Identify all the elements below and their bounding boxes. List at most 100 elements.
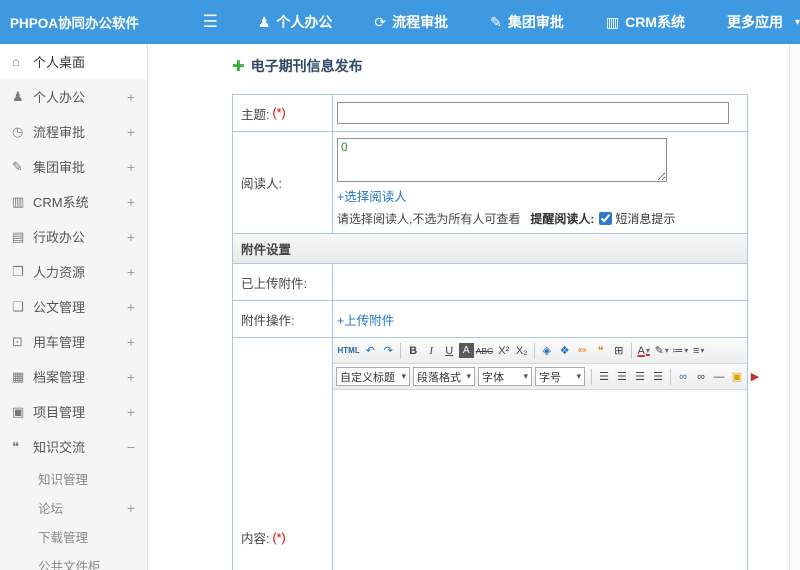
hamburger-menu-icon[interactable]: ☰ <box>203 12 218 32</box>
editor-content-area[interactable] <box>333 390 747 570</box>
sidebar-subitem-knowledge-management[interactable]: 知识管理 <box>0 464 147 493</box>
expand-toggle: + <box>126 88 135 105</box>
remove-format-icon[interactable]: A <box>458 343 474 358</box>
insert-media-icon[interactable]: ▶ <box>747 367 764 386</box>
toolbar-separator <box>630 342 632 359</box>
sidebar-subitem-download-management[interactable]: 下载管理 <box>0 522 147 551</box>
plus-icon: ✚ <box>232 58 245 75</box>
edit-icon: ✎ <box>490 13 502 30</box>
expand-toggle: + <box>126 193 135 210</box>
attachment-section-header: 附件设置 <box>233 233 747 263</box>
unlink-icon[interactable]: ∞ <box>693 367 710 386</box>
building-icon: ▤ <box>12 228 25 244</box>
insert-image-icon[interactable]: ▣ <box>729 367 746 386</box>
uploaded-list-empty <box>333 264 747 300</box>
sidebar-item-personal-desktop[interactable]: ⌂ 个人桌面 <box>0 44 147 79</box>
sidebar-item-document-management[interactable]: ❏ 公文管理 + <box>0 289 147 324</box>
scrollbar-track[interactable] <box>789 44 800 570</box>
sidebar-item-archive-management[interactable]: ▦ 档案管理 + <box>0 359 147 394</box>
app-logo: PHPOA协同办公软件 <box>10 16 140 31</box>
link-icon[interactable]: ∞ <box>675 367 692 386</box>
toolbar-separator <box>591 368 592 385</box>
nav-crm-system[interactable]: ▥ CRM系统 <box>606 12 685 32</box>
unordered-list-icon[interactable]: ≡ <box>690 341 707 360</box>
spellcheck-icon[interactable]: ✏ <box>574 341 591 360</box>
nav-more-apps[interactable]: 更多应用 ▾ <box>727 12 800 32</box>
font-family-dropdown[interactable]: 字体 <box>478 367 532 386</box>
car-icon: ⊡ <box>12 333 23 349</box>
sidebar-item-project-management[interactable]: ▣ 项目管理 + <box>0 394 147 429</box>
nav-group-approval[interactable]: ✎ 集团审批 <box>490 12 564 32</box>
bar-chart-icon: ▥ <box>12 193 25 209</box>
page-title: ✚ 电子期刊信息发布 <box>232 56 748 76</box>
readers-textarea[interactable]: 0 <box>337 138 667 182</box>
font-color-icon[interactable]: A <box>635 341 652 360</box>
clock-icon: ◷ <box>12 123 24 139</box>
ops-label-cell: 附件操作: <box>233 301 333 337</box>
sidebar-item-process-approval[interactable]: ◷ 流程审批 + <box>0 114 147 149</box>
subject-row: 主题: (*) <box>233 95 747 131</box>
underline-icon[interactable]: U <box>441 341 458 360</box>
font-size-dropdown[interactable]: 字号 <box>535 367 585 386</box>
align-right-icon[interactable]: ☰ <box>632 367 649 386</box>
heading-style-dropdown[interactable]: 自定义标题 <box>336 367 410 386</box>
top-navigation: ♟ 个人办公 ⟳ 流程审批 ✎ 集团审批 ▥ CRM系统 更多应用 ▾ <box>258 12 800 32</box>
subscript-icon[interactable]: X₂ <box>513 341 530 360</box>
sidebar-item-admin-office[interactable]: ▤ 行政办公 + <box>0 219 147 254</box>
eraser-icon[interactable]: ◈ <box>538 341 555 360</box>
highlight-icon[interactable]: ✎ <box>653 341 670 360</box>
sidebar-item-group-approval[interactable]: ✎ 集团审批 + <box>0 149 147 184</box>
sidebar-subitem-forum[interactable]: 论坛 + <box>0 493 147 522</box>
editor-toolbar-row1: HTML ↶ ↷ B I U A ABC X² X₂ ◈ ❖ ✏ ❝ ⊞ A ▾… <box>333 338 747 364</box>
readers-row: 阅读人: 0 +选择阅读人 请选择阅读人,不选为所有人可查看 提醒阅读人: 短消… <box>233 131 747 233</box>
italic-icon[interactable]: I <box>423 341 440 360</box>
superscript-icon[interactable]: X² <box>495 341 512 360</box>
sidebar-item-human-resources[interactable]: ❐ 人力资源 + <box>0 254 147 289</box>
readers-hint: 请选择阅读人,不选为所有人可查看 <box>337 212 521 226</box>
align-center-icon[interactable]: ☰ <box>614 367 631 386</box>
content-row: 内容: (*) HTML ↶ ↷ B I U A ABC X² X₂ ◈ ❖ ✏… <box>233 337 759 570</box>
format-painter-icon[interactable]: ❖ <box>556 341 573 360</box>
html-source-icon[interactable]: HTML <box>337 341 361 360</box>
subject-input[interactable] <box>337 102 729 124</box>
sidebar-item-vehicle-management[interactable]: ⊡ 用车管理 + <box>0 324 147 359</box>
readers-hint-line: 请选择阅读人,不选为所有人可查看 提醒阅读人: 短消息提示 <box>337 210 675 227</box>
select-readers-link[interactable]: +选择阅读人 <box>337 186 407 205</box>
ordered-list-icon[interactable]: ≔ <box>671 341 689 360</box>
upload-attachment-link[interactable]: +上传附件 <box>337 310 394 329</box>
nav-personal-office[interactable]: ♟ 个人办公 <box>258 12 333 32</box>
toolbar-separator <box>400 342 402 359</box>
project-icon: ▣ <box>12 403 25 419</box>
process-icon: ⟳ <box>374 13 387 30</box>
nav-label: 个人办公 <box>276 14 333 30</box>
redo-icon[interactable]: ↷ <box>380 341 397 360</box>
strikethrough-icon[interactable]: ABC <box>475 341 494 360</box>
horizontal-rule-icon[interactable]: — <box>711 367 728 386</box>
document-icon: ❏ <box>12 298 24 314</box>
publish-form: 主题: (*) 阅读人: 0 +选择阅读人 请选择阅读人,不选为所有人可查看 提… <box>232 94 759 570</box>
paragraph-format-dropdown[interactable]: 段落格式 <box>413 367 475 386</box>
insert-table-icon[interactable]: ⊞ <box>610 341 627 360</box>
expand-toggle: + <box>126 123 135 140</box>
toolbar-separator <box>533 342 535 359</box>
align-left-icon[interactable]: ☰ <box>596 367 613 386</box>
blockquote-icon[interactable]: ❝ <box>592 341 609 360</box>
bold-icon[interactable]: B <box>405 341 422 360</box>
app-header: PHPOA协同办公软件 ☰ ♟ 个人办公 ⟳ 流程审批 ✎ 集团审批 ▥ CRM… <box>0 0 800 44</box>
expand-toggle: + <box>126 298 135 315</box>
undo-icon[interactable]: ↶ <box>362 341 379 360</box>
align-justify-icon[interactable]: ☰ <box>650 367 667 386</box>
sidebar-item-knowledge-exchange[interactable]: ❝ 知识交流 − <box>0 429 147 464</box>
sms-notify-checkbox[interactable] <box>599 212 613 225</box>
expand-toggle: + <box>126 263 135 280</box>
sidebar-item-crm-system[interactable]: ▥ CRM系统 + <box>0 184 147 219</box>
subject-label-cell: 主题: (*) <box>233 95 333 131</box>
editor-toolbar-row2: 自定义标题 段落格式 字体 字号 ☰ ☰ <box>333 364 759 390</box>
sidebar-item-personal-office[interactable]: ♟ 个人办公 + <box>0 79 147 114</box>
uploaded-label: 已上传附件: <box>241 276 307 291</box>
nav-process-approval[interactable]: ⟳ 流程审批 <box>374 12 448 32</box>
rich-text-editor: HTML ↶ ↷ B I U A ABC X² X₂ ◈ ❖ ✏ ❝ ⊞ A ▾… <box>333 338 759 570</box>
main-content: ✚ 电子期刊信息发布 主题: (*) 阅读人: 0 +选择阅读人 请选择阅读人,… <box>148 44 800 570</box>
sidebar-subitem-public-file-cabinet[interactable]: 公共文件柜 <box>0 551 147 570</box>
nav-label: CRM系统 <box>625 14 685 30</box>
